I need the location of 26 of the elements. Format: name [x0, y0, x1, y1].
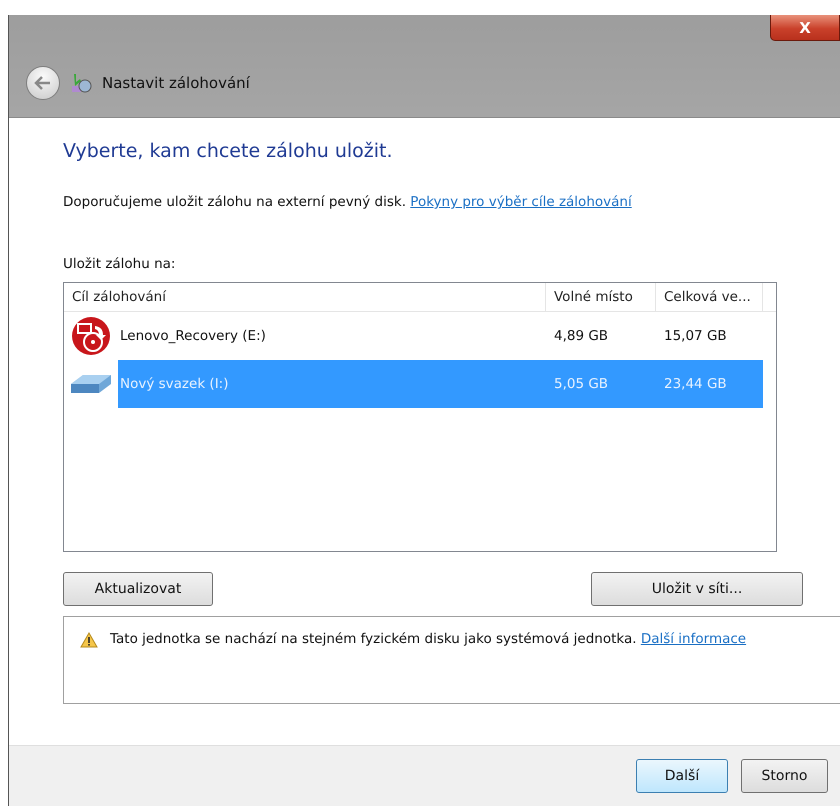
hard-drive-icon [69, 372, 113, 396]
refresh-button[interactable]: Aktualizovat [63, 572, 213, 606]
page-heading: Vyberte, kam chcete zálohu uložit. [63, 140, 394, 162]
recovery-disc-icon [71, 316, 111, 356]
back-button[interactable] [26, 66, 60, 100]
warning-icon [80, 632, 98, 648]
save-on-network-button[interactable]: Uložit v síti... [591, 572, 803, 606]
warning-text: Tato jednotka se nachází na stejném fyzickém disku jako systémová jednotka. Další informace [110, 630, 748, 649]
list-label: Uložit zálohu na: [63, 256, 176, 272]
free-space: 4,89 GB [553, 327, 610, 346]
column-header[interactable]: Volné místo [546, 283, 656, 311]
guidelines-link[interactable]: Pokyny pro výběr cíle zálohování [410, 194, 632, 210]
column-header[interactable]: Cíl zálohování [64, 283, 546, 311]
backup-icon [70, 72, 92, 94]
drive-name[interactable]: Lenovo_Recovery (E:) [118, 312, 546, 360]
back-arrow-icon [34, 76, 52, 90]
cancel-button[interactable]: Storno [741, 759, 828, 793]
next-button[interactable]: Další [636, 759, 728, 793]
description-text: Doporučujeme uložit zálohu na externí pevný disk. Pokyny pro výběr cíle zálohování [63, 194, 633, 210]
close-button[interactable]: X [770, 15, 840, 41]
total-size: 15,07 GB [663, 327, 728, 346]
free-space: 5,05 GB [546, 360, 656, 408]
total-size: 23,44 GB [656, 360, 763, 408]
column-header[interactable]: Celková ve... [656, 283, 763, 311]
window-title: Nastavit zálohování [102, 74, 250, 92]
more-info-link[interactable]: Další informace [640, 631, 746, 647]
